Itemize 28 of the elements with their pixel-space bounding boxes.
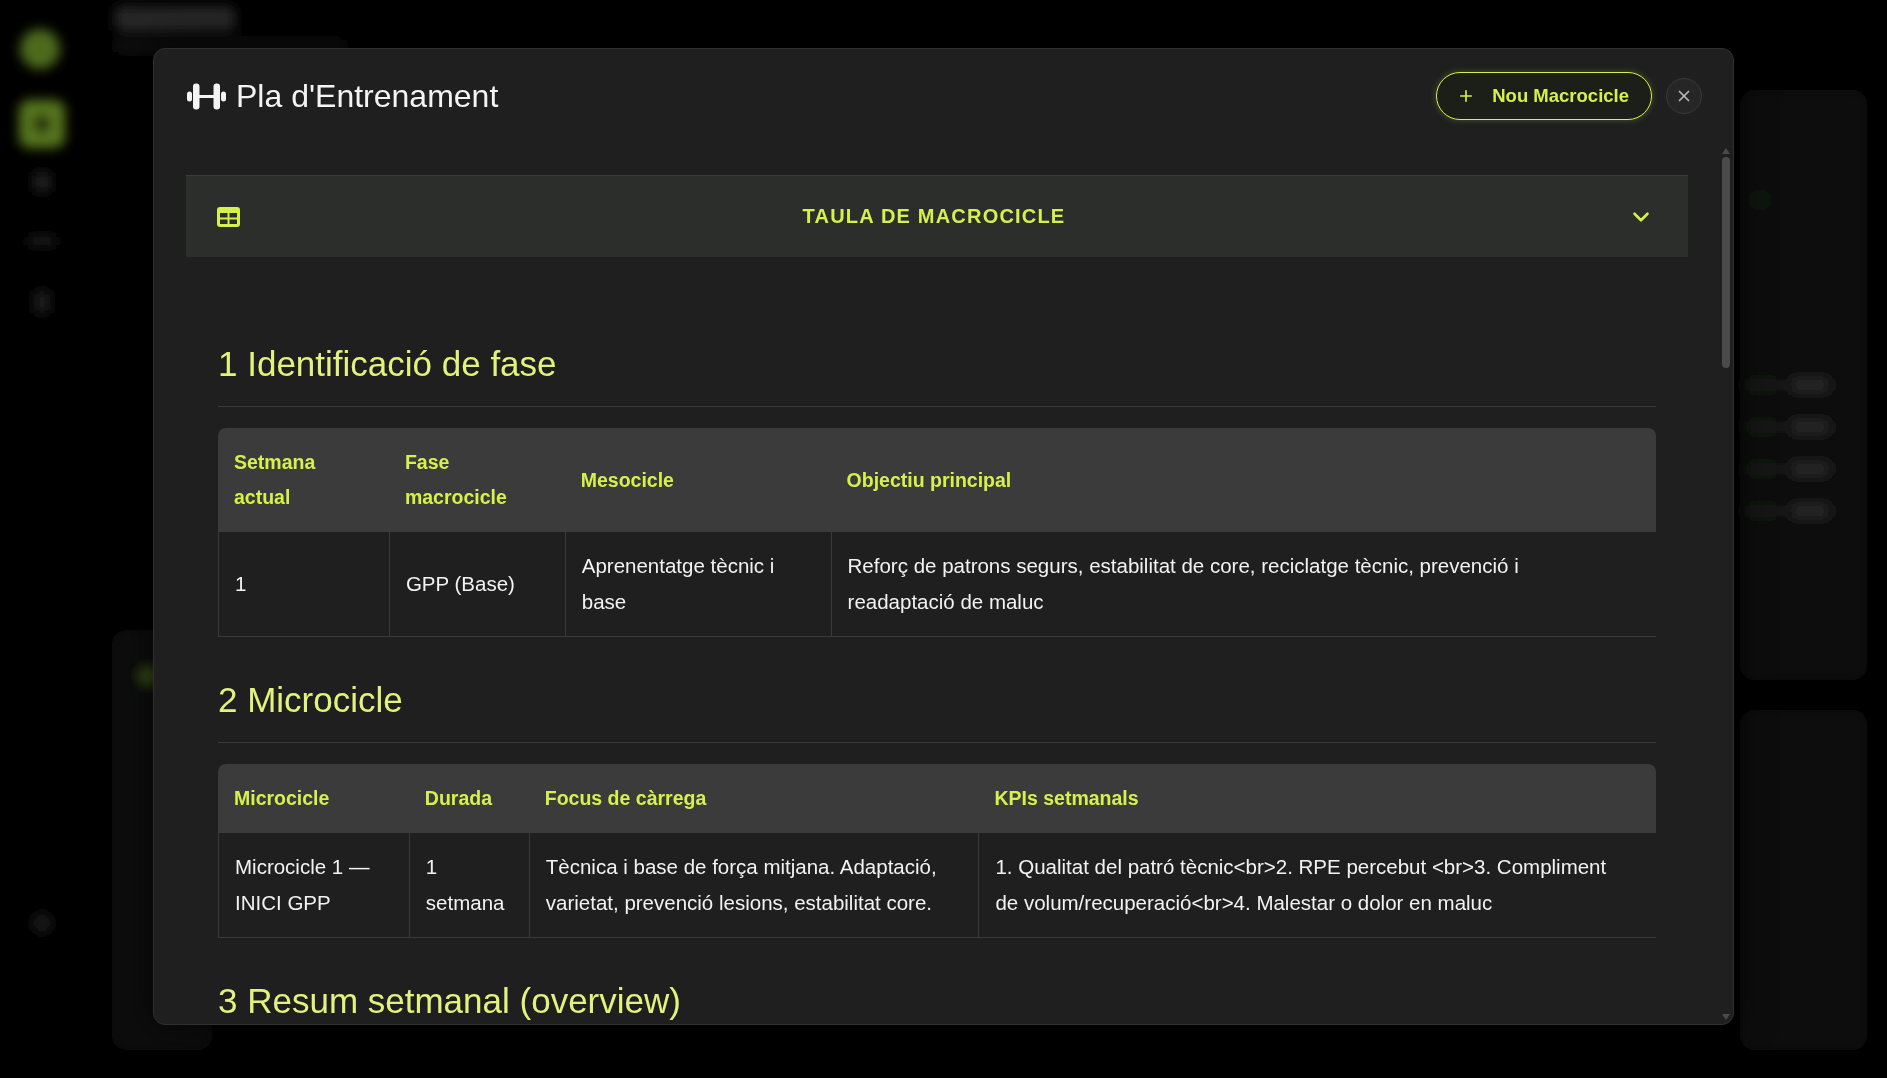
table-header-cell: Fase macrocicle xyxy=(388,428,565,532)
table-cell: Tècnica i base de força mitjana. Adaptació, varietat, prevenció lesions, estabilitat core. xyxy=(528,833,979,938)
section-heading: 1 Identificació de fase xyxy=(218,343,557,385)
scroll-down-arrow-icon[interactable] xyxy=(1722,1014,1730,1020)
table-header-cell: Microcicle xyxy=(218,764,409,833)
table-cell: Aprenentatge tècnic i base xyxy=(564,532,831,637)
close-button[interactable] xyxy=(1666,78,1702,114)
table-header-cell: Mesocicle xyxy=(564,428,831,532)
table-header-cell: KPIs setmanals xyxy=(978,764,1656,833)
table-header-cell: Durada xyxy=(408,764,529,833)
new-macrocycle-button[interactable]: Nou Macrocicle xyxy=(1436,72,1652,120)
table-cell: Reforç de patrons segurs, estabilitat de core, reciclatge tècnic, prevenció i readaptació de maluc xyxy=(830,532,1656,637)
table-header-cell: Focus de càrrega xyxy=(528,764,979,833)
table-cell: 1 setmana xyxy=(408,833,529,938)
table-header-cell: Setmana actual xyxy=(218,428,389,532)
section-heading: 2 Microcicle xyxy=(218,679,403,721)
scroll-up-arrow-icon[interactable] xyxy=(1722,148,1730,154)
dialog-title: Pla d'Entrenament xyxy=(236,77,499,115)
table-icon xyxy=(217,206,240,227)
table-cell: GPP (Base) xyxy=(388,532,565,637)
section-heading: 3 Resum setmanal (overview) xyxy=(218,980,681,1022)
scrollbar-thumb[interactable] xyxy=(1722,157,1730,368)
table-cell: Microcicle 1 — INICI GPP xyxy=(218,833,409,938)
table-cell: 1 xyxy=(218,532,389,637)
accordion-header[interactable]: TAULA DE MACROCICLE xyxy=(186,175,1688,257)
dumbbell-icon xyxy=(187,82,226,110)
table-header-cell: Objectiu principal xyxy=(830,428,1656,532)
table-cell: 1. Qualitat del patró tècnic<br>2. RPE percebut <br>3. Compliment de volum/recuperació<br>4. Malestar o dolor en maluc xyxy=(978,833,1656,938)
